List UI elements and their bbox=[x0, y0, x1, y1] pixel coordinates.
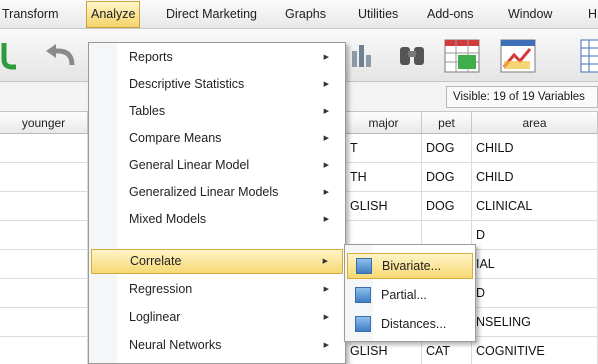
submenu-arrow-icon: ▶ bbox=[323, 108, 329, 115]
grid-cell-younger[interactable] bbox=[0, 163, 88, 192]
submenu-arrow-icon: ▶ bbox=[323, 135, 329, 142]
menu-item-mixed-models[interactable]: Mixed Models ▶ bbox=[91, 207, 343, 232]
menu-item-descriptive-statistics[interactable]: Descriptive Statistics ▶ bbox=[91, 72, 343, 97]
menu-window[interactable]: Window bbox=[508, 0, 552, 29]
grid-cell-pet[interactable]: DOG bbox=[422, 134, 472, 163]
grid-cell-younger[interactable] bbox=[0, 279, 88, 308]
grid-cell-younger[interactable] bbox=[0, 221, 88, 250]
grid-cell-younger[interactable] bbox=[0, 308, 88, 337]
bivariate-icon bbox=[356, 258, 372, 274]
grid-cell-area[interactable]: COGNITIVE bbox=[472, 337, 598, 364]
weight-cases-icon[interactable] bbox=[500, 39, 536, 73]
menu-help[interactable]: H bbox=[588, 0, 597, 29]
menu-item-reports[interactable]: Reports ▶ bbox=[91, 45, 343, 70]
submenu-arrow-icon: ▶ bbox=[323, 162, 329, 169]
grid-cell-major[interactable]: T bbox=[346, 134, 422, 163]
find-icon[interactable] bbox=[398, 43, 428, 69]
menu-item-loglinear[interactable]: Loglinear ▶ bbox=[91, 305, 343, 330]
menu-item-generalized-linear-models[interactable]: Generalized Linear Models ▶ bbox=[91, 180, 343, 205]
grid-cell-major[interactable]: TH bbox=[346, 163, 422, 192]
menu-utilities[interactable]: Utilities bbox=[358, 0, 398, 29]
grid-cell-area[interactable]: D bbox=[472, 221, 598, 250]
menu-item-neural-networks[interactable]: Neural Networks ▶ bbox=[91, 333, 343, 358]
open-file-icon[interactable] bbox=[0, 41, 22, 71]
grid-cell-major[interactable]: GLISH bbox=[346, 192, 422, 221]
submenu-arrow-icon: ▶ bbox=[323, 54, 329, 61]
menu-add-ons[interactable]: Add-ons bbox=[427, 0, 474, 29]
menu-item-bivariate[interactable]: Bivariate... bbox=[347, 253, 473, 279]
submenu-arrow-icon: ▶ bbox=[323, 81, 329, 88]
grid-cell-younger[interactable] bbox=[0, 134, 88, 163]
column-header-younger[interactable]: younger bbox=[0, 112, 88, 134]
partial-icon bbox=[355, 287, 371, 303]
menu-item-compare-means[interactable]: Compare Means ▶ bbox=[91, 126, 343, 151]
analyze-menu: Reports ▶ Descriptive Statistics ▶ Tables ▶… bbox=[88, 42, 346, 364]
menu-item-tables[interactable]: Tables ▶ bbox=[91, 99, 343, 124]
submenu-arrow-icon: ▶ bbox=[323, 342, 329, 349]
menu-item-distances[interactable]: Distances... bbox=[347, 311, 473, 337]
submenu-arrow-icon: ▶ bbox=[323, 189, 329, 196]
menu-analyze[interactable]: Analyze bbox=[86, 1, 141, 28]
select-cases-icon[interactable] bbox=[580, 39, 598, 73]
distances-icon bbox=[355, 316, 371, 332]
menu-item-partial[interactable]: Partial... bbox=[347, 282, 473, 308]
chart-icon[interactable] bbox=[350, 43, 374, 69]
visible-variables-status: Visible: 19 of 19 Variables bbox=[446, 86, 598, 108]
grid-cell-younger[interactable] bbox=[0, 337, 88, 364]
grid-cell-area[interactable]: CLINICAL bbox=[472, 192, 598, 221]
menu-bar: Transform Analyze Direct Marketing Graph… bbox=[0, 0, 598, 29]
submenu-arrow-icon: ▶ bbox=[323, 216, 329, 223]
menu-item-regression[interactable]: Regression ▶ bbox=[91, 277, 343, 302]
undo-icon[interactable] bbox=[44, 43, 78, 69]
submenu-arrow-icon: ▶ bbox=[323, 314, 329, 321]
grid-cell-area[interactable]: CHILD bbox=[472, 163, 598, 192]
grid-cell-younger[interactable] bbox=[0, 250, 88, 279]
column-header-area[interactable]: area bbox=[472, 112, 598, 134]
grid-cell-area[interactable]: CHILD bbox=[472, 134, 598, 163]
column-header-major[interactable]: major bbox=[346, 112, 422, 134]
correlate-submenu: Bivariate... Partial... Distances... bbox=[344, 244, 476, 342]
menu-item-correlate[interactable]: Correlate ▶ bbox=[91, 249, 343, 274]
menu-direct-marketing[interactable]: Direct Marketing bbox=[166, 0, 257, 29]
split-file-icon[interactable] bbox=[444, 39, 480, 73]
grid-cell-area[interactable]: D bbox=[472, 279, 598, 308]
grid-cell-pet[interactable]: DOG bbox=[422, 192, 472, 221]
grid-cell-area[interactable]: IAL bbox=[472, 250, 598, 279]
grid-cell-area[interactable]: NSELING bbox=[472, 308, 598, 337]
menu-item-general-linear-model[interactable]: General Linear Model ▶ bbox=[91, 153, 343, 178]
submenu-arrow-icon: ▶ bbox=[322, 258, 328, 265]
menu-graphs[interactable]: Graphs bbox=[285, 0, 326, 29]
submenu-arrow-icon: ▶ bbox=[323, 286, 329, 293]
grid-cell-younger[interactable] bbox=[0, 192, 88, 221]
menu-transform[interactable]: Transform bbox=[2, 0, 59, 29]
grid-cell-pet[interactable]: DOG bbox=[422, 163, 472, 192]
column-header-pet[interactable]: pet bbox=[422, 112, 472, 134]
